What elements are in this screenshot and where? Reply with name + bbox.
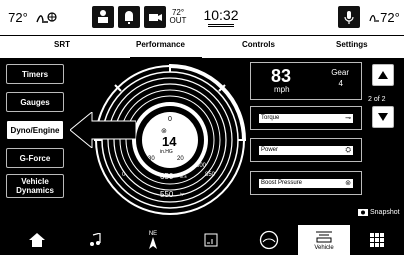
passenger-temp-value: 72° [380, 9, 400, 25]
torque-value: 650 [160, 172, 174, 181]
clock-underline [208, 24, 234, 27]
snapshot-button[interactable]: Snapshot [358, 208, 400, 216]
side-item-g-force[interactable]: G-Force [6, 148, 64, 168]
vehicle-button[interactable]: Vehicle [298, 224, 350, 255]
clock: 10:32 [196, 0, 246, 34]
wrench-icon: ⊸ [345, 115, 351, 122]
home-button[interactable] [12, 224, 62, 255]
phone-button[interactable] [186, 224, 236, 255]
media-button[interactable] [70, 224, 120, 255]
torque-unit: lb-ft [180, 174, 187, 179]
outside-temperature: 72° OUT [166, 0, 190, 34]
power-value: 550 [160, 190, 174, 199]
steering-wheel-icon [259, 230, 279, 249]
camera-icon [358, 209, 368, 216]
home-icon [29, 232, 45, 247]
boost-tile[interactable]: Boost Pressure ⊚ [250, 171, 362, 195]
tab-controls[interactable]: Controls [242, 40, 275, 49]
srt-car-icon [316, 231, 332, 242]
status-bar: 72° 72° OUT 10:32 72° [0, 0, 404, 36]
torque-bar: Torque ⊸ [257, 114, 353, 123]
gauge-scale-850: 850 [205, 172, 216, 178]
power-bar: Power ⛭ [257, 146, 353, 155]
engine-icon: ⛭ [345, 147, 351, 154]
power-unit: hp [180, 191, 185, 196]
torque-label: Torque [261, 115, 280, 121]
side-item-dyno-engine[interactable]: Dyno/Engine [6, 120, 64, 140]
power-label: Power [261, 147, 279, 153]
power-tile[interactable]: Power ⛭ [250, 138, 362, 162]
heated-seat-icon[interactable] [32, 0, 60, 34]
side-item-gauges[interactable]: Gauges [6, 92, 64, 112]
gear-value: 4 [338, 79, 343, 88]
gauge-scale-left: -30 [146, 156, 155, 162]
gauge-scale-800: 800 [196, 163, 207, 169]
bottom-nav: NE Vehicle [0, 224, 404, 255]
side-item-vehicle-dynamics[interactable]: Vehicle Dynamics [6, 174, 64, 198]
boost-bar: Boost Pressure ⊚ [257, 179, 353, 188]
outside-temp-label: OUT [169, 16, 187, 25]
driver-temp[interactable]: 72° [4, 0, 32, 34]
phone-icon [204, 233, 218, 246]
speed-tile: 83 mph Gear 4 [250, 62, 362, 100]
boost-label: Boost Pressure [261, 180, 303, 186]
passenger-temp[interactable]: 72° [364, 0, 404, 34]
microphone-icon[interactable] [338, 6, 360, 28]
clock-time: 10:32 [203, 7, 239, 23]
page-indicator: 2 of 2 [368, 96, 386, 103]
gauge-scale-left2: 20 [177, 156, 184, 162]
notification-icon[interactable] [118, 6, 140, 28]
compass-arrow-icon [149, 237, 157, 249]
camera-icon[interactable] [144, 6, 166, 28]
side-item-timers[interactable]: Timers [6, 64, 64, 84]
tab-settings[interactable]: Settings [336, 40, 368, 49]
gauge-center-unit: in.HG [160, 149, 173, 155]
driver-icon[interactable] [92, 6, 114, 28]
gauge-center-value: 14 [162, 134, 177, 149]
gauge-zero-label: 0 [168, 116, 172, 123]
page-down-button[interactable] [372, 106, 394, 128]
pointer-arrow [69, 110, 137, 153]
page-up-button[interactable] [372, 64, 394, 86]
music-note-icon [90, 232, 101, 246]
apps-button[interactable] [352, 224, 402, 255]
speed-unit: mph [274, 85, 290, 94]
snapshot-label: Snapshot [370, 208, 400, 216]
heated-seat-passenger-icon [369, 15, 380, 22]
turbo-icon: ⊚ [345, 180, 351, 187]
gear-label: Gear [331, 68, 349, 77]
gauge-zero-outer: 0 [122, 172, 126, 178]
controls-button[interactable] [244, 224, 294, 255]
tab-srt[interactable]: SRT [54, 40, 70, 49]
speed-value: 83 [271, 66, 292, 86]
apps-grid-icon [370, 232, 384, 247]
tab-performance[interactable]: Performance [136, 40, 185, 49]
tab-bar: SRT Performance Controls Settings [0, 36, 404, 58]
vehicle-label: Vehicle [314, 244, 334, 251]
nav-compass-button[interactable]: NE [128, 224, 178, 255]
torque-tile[interactable]: Torque ⊸ [250, 106, 362, 130]
